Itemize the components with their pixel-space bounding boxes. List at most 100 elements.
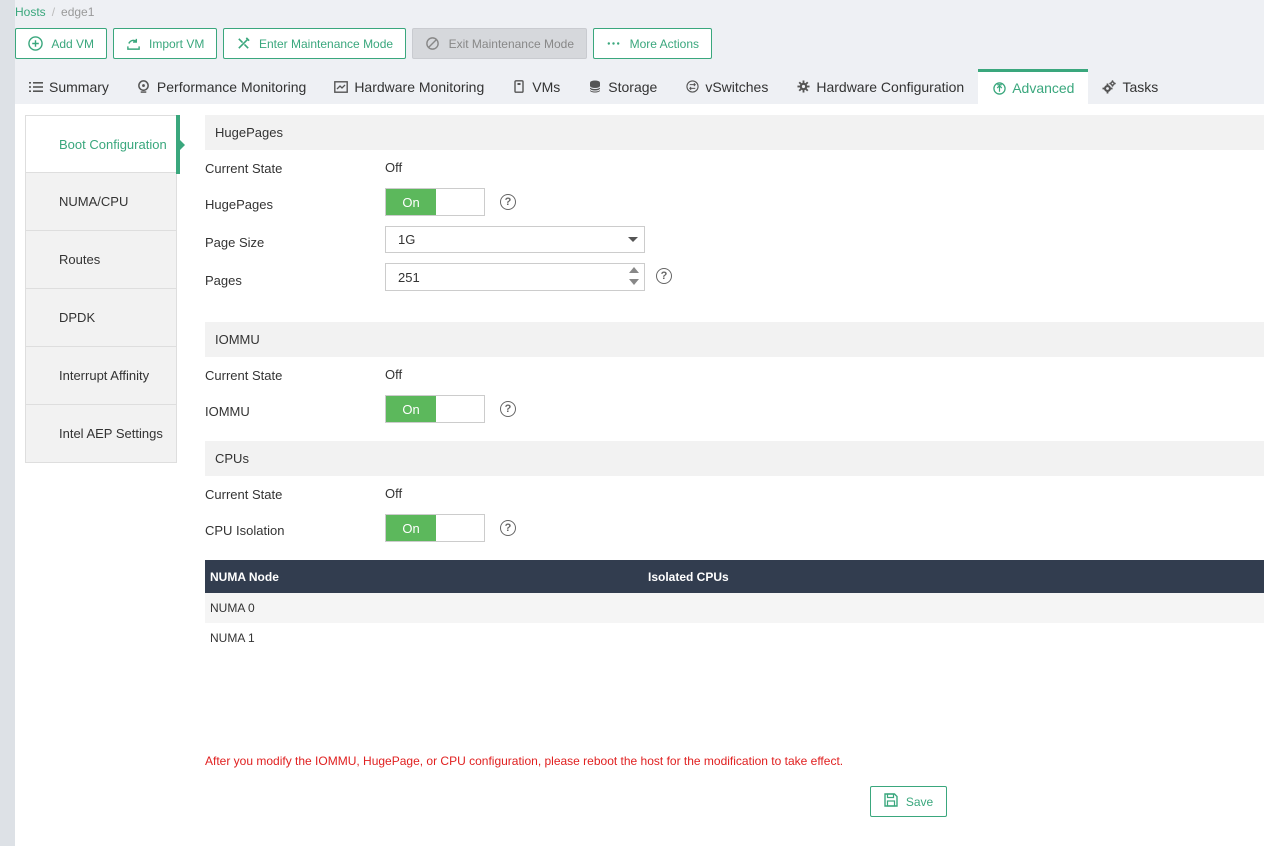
exit-maintenance-label: Exit Maintenance Mode — [448, 36, 574, 51]
cpu-isolation-toggle[interactable]: On — [385, 514, 485, 542]
enter-maintenance-label: Enter Maintenance Mode — [259, 36, 394, 51]
save-label: Save — [905, 794, 934, 809]
cpus-section-header: CPUs — [205, 441, 1264, 476]
tab-summary[interactable]: Summary — [15, 69, 123, 104]
import-vm-label: Import VM — [149, 36, 205, 51]
table-cell-numa-node: NUMA 1 — [210, 631, 255, 645]
content-panel: Boot Configuration NUMA/CPU Routes DPDK … — [15, 104, 1264, 846]
page-header: Hosts / edge1 Add VM Import VM Enter Maint… — [15, 0, 1264, 104]
isolated-cpus-table: NUMA Node Isolated CPUs NUMA 0 NUMA 1 — [205, 560, 1264, 653]
iommu-current-state-label: Current State — [205, 368, 283, 383]
import-icon — [126, 36, 141, 52]
sidebar-item-dpdk[interactable]: DPDK — [25, 289, 177, 347]
sidebar-item-interrupt-affinity[interactable]: Interrupt Affinity — [25, 347, 177, 405]
sidebar: Boot Configuration NUMA/CPU Routes DPDK … — [25, 115, 185, 463]
sidebar-item-intel-aep-settings[interactable]: Intel AEP Settings — [25, 405, 177, 463]
ellipsis-icon — [606, 36, 622, 52]
tab-vswitches[interactable]: vSwitches — [671, 69, 782, 104]
vm-icon — [512, 80, 526, 94]
tab-storage[interactable]: Storage — [574, 69, 671, 104]
tab-performance-monitoring[interactable]: Performance Monitoring — [123, 69, 320, 104]
toolbar: Add VM Import VM Enter Maintenance Mode … — [15, 28, 712, 59]
iommu-section-header: IOMMU — [205, 322, 1264, 357]
more-actions-button[interactable]: More Actions — [593, 28, 712, 59]
breadcrumb-hosts-link[interactable]: Hosts — [15, 5, 46, 19]
iommu-toggle[interactable]: On — [385, 395, 485, 423]
tab-advanced-label: Advanced — [1012, 80, 1075, 96]
enter-maintenance-button[interactable]: Enter Maintenance Mode — [223, 28, 406, 59]
page-size-row: Page Size 1G — [205, 224, 1264, 262]
hugepages-help-icon[interactable]: ? — [500, 194, 516, 210]
hugepages-toggle-label: HugePages — [205, 197, 273, 212]
stepper-down-icon[interactable] — [629, 279, 639, 285]
breadcrumb-current: edge1 — [61, 5, 95, 19]
cpus-current-state-label: Current State — [205, 487, 283, 502]
tab-advanced[interactable]: Advanced — [978, 69, 1089, 104]
table-header-row: NUMA Node Isolated CPUs — [205, 560, 1264, 593]
plus-circle-icon — [28, 36, 43, 52]
database-icon — [588, 80, 602, 94]
table-cell-isolated-cpus[interactable] — [643, 593, 1264, 623]
cpu-isolation-row: CPU Isolation On ? — [205, 512, 1264, 560]
save-icon — [884, 793, 898, 810]
chevron-down-icon — [628, 237, 638, 242]
table-row: NUMA 1 — [205, 623, 1264, 653]
hugepages-toggle-row: HugePages On ? — [205, 186, 1264, 224]
monitor-chart-icon — [334, 80, 349, 94]
tab-vms-label: VMs — [532, 78, 561, 95]
stepper-up-icon[interactable] — [629, 267, 639, 273]
tab-storage-label: Storage — [608, 78, 658, 95]
sidebar-item-boot-configuration[interactable]: Boot Configuration — [25, 115, 185, 174]
iommu-current-state-row: Current State Off — [205, 357, 1264, 393]
tab-tasks-label: Tasks — [1122, 78, 1159, 95]
left-strip — [0, 0, 15, 846]
tab-hardware-monitoring[interactable]: Hardware Monitoring — [320, 69, 498, 104]
hugepages-current-state-label: Current State — [205, 161, 283, 176]
tools-icon — [236, 36, 251, 52]
add-vm-button[interactable]: Add VM — [15, 28, 107, 59]
gauge-icon — [137, 80, 151, 94]
tab-tasks[interactable]: Tasks — [1088, 69, 1172, 104]
page-size-value: 1G — [398, 232, 416, 247]
iommu-current-state-value: Off — [385, 367, 403, 382]
iommu-help-icon[interactable]: ? — [500, 401, 516, 417]
hugepages-toggle[interactable]: On — [385, 188, 485, 216]
gear-icon — [796, 80, 810, 94]
iommu-toggle-on: On — [386, 396, 436, 422]
cpu-isolation-label: CPU Isolation — [205, 523, 285, 538]
cpu-isolation-toggle-on: On — [386, 515, 436, 541]
pages-value: 251 — [398, 269, 420, 285]
switch-network-icon — [685, 80, 699, 94]
hugepages-current-state-row: Current State Off — [205, 150, 1264, 186]
tab-hardware-configuration[interactable]: Hardware Configuration — [782, 69, 978, 104]
tab-bar: Summary Performance Monitoring Hardware … — [15, 69, 1172, 104]
pages-label: Pages — [205, 273, 242, 288]
pages-help-icon[interactable]: ? — [656, 268, 672, 284]
tab-hardware-monitoring-label: Hardware Monitoring — [354, 78, 485, 95]
tab-vswitches-label: vSwitches — [705, 78, 769, 95]
more-actions-label: More Actions — [629, 36, 699, 51]
exit-maintenance-button[interactable]: Exit Maintenance Mode — [412, 28, 587, 59]
table-row: NUMA 0 — [205, 593, 1264, 623]
breadcrumb: Hosts / edge1 — [15, 5, 94, 19]
import-vm-button[interactable]: Import VM — [113, 28, 217, 59]
hugepages-current-state-value: Off — [385, 160, 403, 175]
cpus-current-state-row: Current State Off — [205, 476, 1264, 512]
page-size-select[interactable]: 1G — [385, 226, 645, 253]
table-header-numa-node: NUMA Node — [205, 560, 643, 593]
pages-stepper[interactable]: 251 — [385, 263, 645, 291]
breadcrumb-separator: / — [51, 5, 56, 19]
table-cell-isolated-cpus[interactable] — [643, 623, 1264, 653]
cpus-current-state-value: Off — [385, 486, 403, 501]
tab-hardware-configuration-label: Hardware Configuration — [816, 78, 965, 95]
boot-configuration-form: HugePages Current State Off HugePages On… — [205, 115, 1264, 653]
table-cell-numa-node: NUMA 0 — [205, 593, 643, 623]
tab-performance-monitoring-label: Performance Monitoring — [156, 78, 307, 95]
hugepages-toggle-on: On — [386, 189, 436, 215]
tab-vms[interactable]: VMs — [498, 69, 574, 104]
sidebar-item-routes[interactable]: Routes — [25, 231, 177, 289]
save-button[interactable]: Save — [870, 786, 947, 817]
tab-summary-label: Summary — [49, 78, 109, 95]
sidebar-item-numa-cpu[interactable]: NUMA/CPU — [25, 173, 177, 231]
cpu-isolation-help-icon[interactable]: ? — [500, 520, 516, 536]
